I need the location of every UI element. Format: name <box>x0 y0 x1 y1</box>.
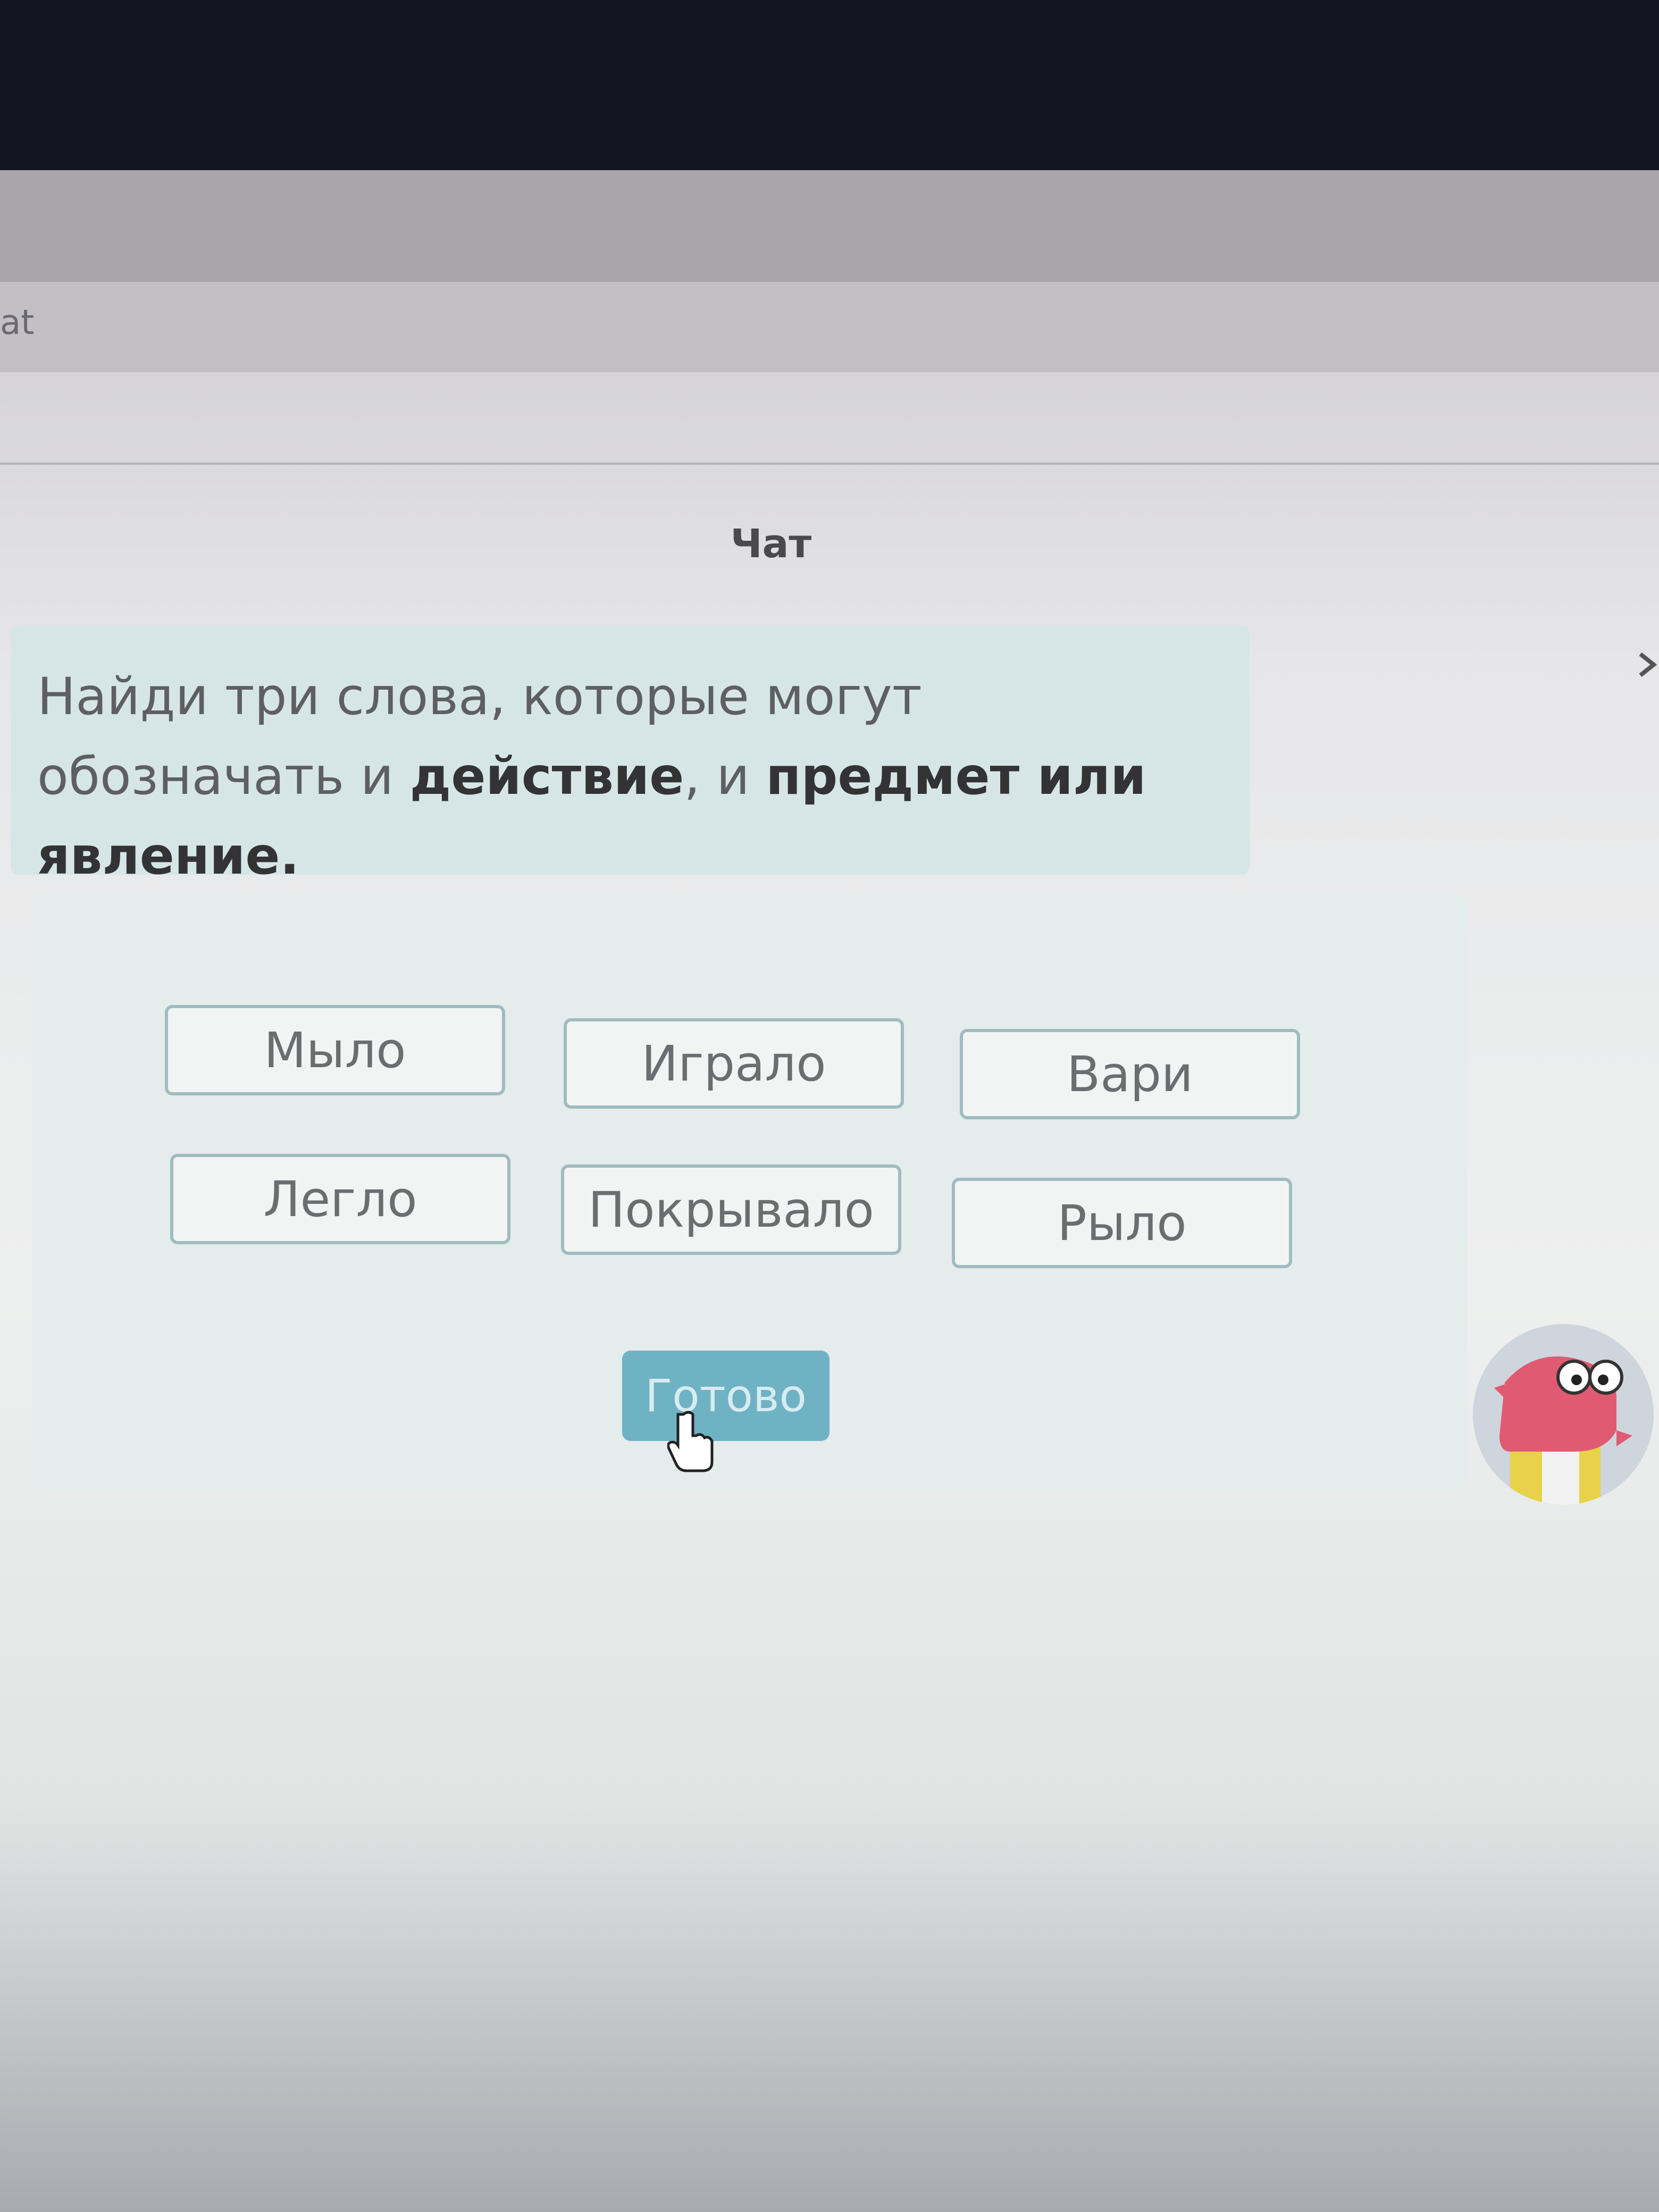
question-emphasis-action: действие <box>409 747 684 806</box>
answer-option-6[interactable]: Рыло <box>952 1178 1292 1268</box>
answer-option-4[interactable]: Легло <box>170 1154 510 1244</box>
hand-pointer-icon <box>667 1411 714 1472</box>
answer-option-2[interactable]: Играло <box>564 1018 904 1109</box>
chevron-right-icon[interactable] <box>1638 649 1659 681</box>
question-middle: , и <box>684 747 766 806</box>
header-title[interactable]: Чат <box>691 521 851 567</box>
browser-toolbar <box>0 282 1659 372</box>
answer-option-1[interactable]: Мыло <box>165 1005 505 1095</box>
dinosaur-mascot-icon[interactable] <box>1473 1324 1654 1505</box>
answer-option-5[interactable]: Покрывало <box>561 1164 901 1255</box>
done-button[interactable]: Готово <box>622 1351 830 1441</box>
browser-tab-bar <box>0 170 1659 282</box>
screen: at Чат Найди три слова, которые могут об… <box>0 170 1659 2212</box>
header-divider <box>0 463 1659 465</box>
question-text: Найди три слова, которые могут обозначат… <box>37 657 1239 896</box>
browser-tab-label[interactable]: at <box>0 303 34 342</box>
answer-option-3[interactable]: Вари <box>960 1029 1300 1119</box>
